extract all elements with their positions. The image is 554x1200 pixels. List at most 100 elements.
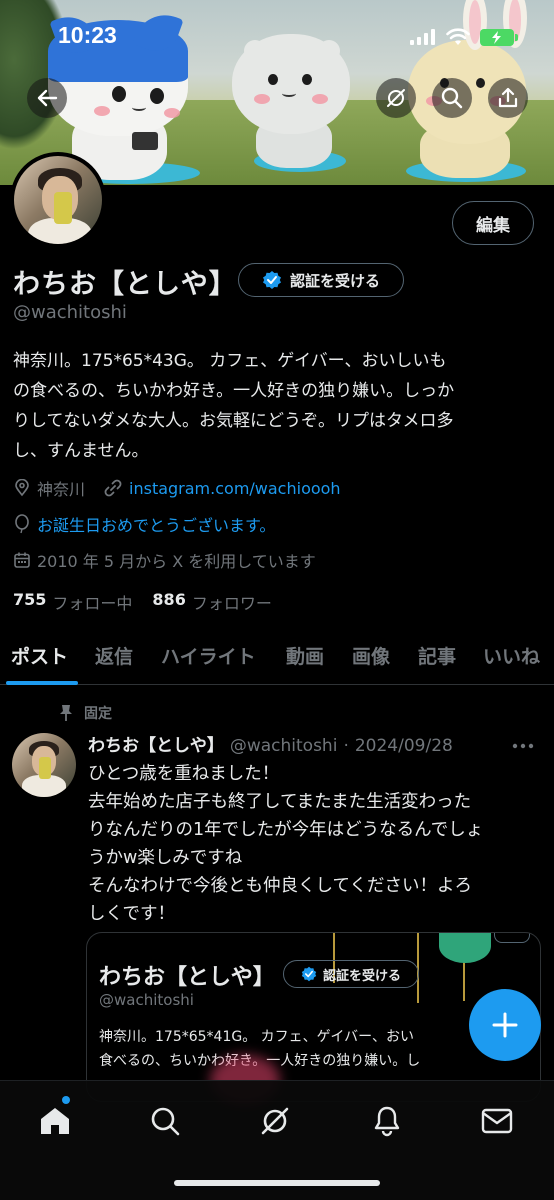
following-count[interactable]: 755 — [13, 590, 46, 614]
edit-profile-button[interactable]: 編集 — [452, 201, 534, 245]
banner-eye — [150, 88, 164, 104]
post-header: わちお【としや】 @wachitoshi · 2024/09/28 — [88, 731, 453, 756]
embed-verify-badge: 認証を受ける — [283, 960, 419, 988]
compose-post-button[interactable] — [469, 989, 541, 1061]
post-avatar[interactable] — [12, 733, 76, 797]
verified-badge-icon — [301, 966, 317, 982]
nav-notifications[interactable] — [367, 1101, 407, 1141]
embed-top-button — [494, 933, 530, 943]
embed-string — [463, 961, 465, 1001]
location-pin-icon — [15, 479, 29, 497]
profile-meta-joined: 2010 年 5 月から X を利用しています — [13, 548, 316, 572]
profile-tabs: ポスト 返信 ハイライト 動画 画像 記事 いいね — [0, 625, 554, 685]
pin-icon — [60, 705, 72, 721]
banner-character-head — [232, 34, 350, 134]
arrow-left-icon — [37, 89, 58, 107]
pinned-label: 固定 — [84, 706, 112, 722]
display-name: わちお【としや】 — [13, 269, 237, 300]
tab-posts[interactable]: ポスト — [11, 642, 68, 669]
bio-line: し、すんません。 — [13, 441, 149, 461]
post-author-name[interactable]: わちお【としや】 — [88, 731, 224, 756]
bio-line: りしてないダメな大人。お気軽にどうぞ。リプはタメロ多 — [13, 411, 454, 431]
nav-grok[interactable] — [255, 1101, 295, 1141]
share-button[interactable] — [488, 78, 528, 118]
profile-meta-location-link: 神奈川 instagram.com/wachioooh — [13, 476, 341, 500]
following-label[interactable]: フォロー中 — [52, 590, 132, 614]
grok-icon — [261, 1107, 289, 1135]
profile-website-link[interactable]: instagram.com/wachioooh — [129, 479, 341, 498]
notifications-icon — [374, 1106, 400, 1137]
bio-line: の食べるの、ちいかわ好き。一人好きの独り嫌い。しっか — [13, 381, 455, 401]
tab-replies[interactable]: 返信 — [95, 642, 133, 669]
banner-mouth — [282, 90, 296, 97]
back-button[interactable] — [27, 78, 67, 118]
nav-messages[interactable] — [477, 1101, 517, 1141]
more-horizontal-icon — [512, 743, 534, 749]
search-icon — [441, 87, 463, 109]
avatar-phone — [39, 757, 51, 779]
tab-highlights[interactable]: ハイライト — [161, 642, 256, 669]
nav-home[interactable] — [35, 1101, 75, 1141]
banner-blush — [164, 108, 180, 118]
tab-articles[interactable]: 記事 — [418, 642, 456, 669]
home-unread-dot — [62, 1096, 70, 1104]
banner-mouth — [132, 104, 146, 111]
post-text-line: うかw楽しみですね — [88, 848, 243, 868]
nav-search[interactable] — [145, 1101, 185, 1141]
home-indicator[interactable] — [174, 1180, 380, 1186]
search-button[interactable] — [432, 78, 472, 118]
banner-eye — [268, 74, 278, 85]
embed-verify-label: 認証を受ける — [322, 968, 401, 984]
get-verified-button[interactable]: 認証を受ける — [238, 263, 404, 297]
embed-bio-line: 神奈川。175*65*41G。 カフェ、ゲイバー、おい — [99, 1029, 414, 1045]
followers-label[interactable]: フォロワー — [192, 590, 272, 614]
status-time: 10:23 — [58, 22, 117, 48]
pinned-indicator: 固定 — [58, 703, 112, 723]
bio-line: 神奈川。175*65*43G。 カフェ、ゲイバー、おいしいも — [13, 351, 447, 371]
post-text-line: りなんだりの1年でしたが今年はどうなるんでしょ — [88, 820, 484, 840]
profile-handle: @wachitoshi — [13, 302, 127, 323]
joined-date: 2010 年 5 月から X を利用しています — [37, 552, 316, 571]
cellular-signal-icon — [410, 29, 435, 45]
wifi-icon — [446, 28, 470, 45]
grok-button[interactable] — [376, 78, 416, 118]
charging-bolt-icon — [492, 30, 501, 44]
banner-blush — [312, 94, 328, 104]
post-author-handle[interactable]: @wachitoshi — [230, 736, 338, 756]
banner-blush — [94, 106, 110, 116]
messages-icon — [481, 1108, 513, 1134]
share-icon — [498, 87, 518, 108]
profile-avatar[interactable] — [10, 152, 106, 248]
follow-stats: 755 フォロー中 886 フォロワー — [13, 590, 272, 614]
balloon-icon — [15, 514, 29, 534]
post-text-line: しくです！ — [88, 904, 175, 924]
post-text-line: ひとつ歳を重ねました！ — [88, 764, 280, 784]
embed-balloon — [439, 933, 491, 963]
home-icon — [41, 1108, 69, 1134]
post-date[interactable]: 2024/09/28 — [355, 736, 453, 756]
post-text: ひとつ歳を重ねました！ 去年始めた店子も終了してまたまた生活変わった りなんだり… — [88, 760, 538, 928]
tab-likes[interactable]: いいね — [483, 642, 540, 669]
banner-eye — [112, 86, 126, 102]
followers-count[interactable]: 886 — [152, 590, 185, 614]
embed-handle: @wachitoshi — [99, 991, 194, 1009]
banner-blush — [254, 94, 270, 104]
status-indicators — [410, 28, 518, 46]
tab-videos[interactable]: 動画 — [286, 642, 324, 669]
post-more-button[interactable] — [512, 730, 534, 754]
search-icon — [151, 1107, 180, 1136]
embed-display-name: わちお【としや】 — [99, 965, 275, 990]
plus-icon — [492, 1012, 518, 1038]
verified-badge-icon — [262, 271, 281, 289]
link-icon — [104, 479, 122, 497]
post-text-line: 去年始めた店子も終了してまたまた生活変わった — [88, 792, 472, 812]
tab-images[interactable]: 画像 — [352, 642, 390, 669]
active-tab-indicator — [6, 681, 78, 685]
profile-meta-birthday: お誕生日おめでとうございます。 — [13, 512, 275, 536]
banner-eye — [302, 74, 312, 85]
banner-eye — [476, 78, 485, 88]
profile-bio: 神奈川。175*65*43G。 カフェ、ゲイバー、おいしいも の食べるの、ちいか… — [13, 346, 543, 466]
avatar-phone — [54, 192, 72, 224]
battery-icon — [480, 28, 518, 46]
profile-location: 神奈川 — [37, 480, 86, 499]
